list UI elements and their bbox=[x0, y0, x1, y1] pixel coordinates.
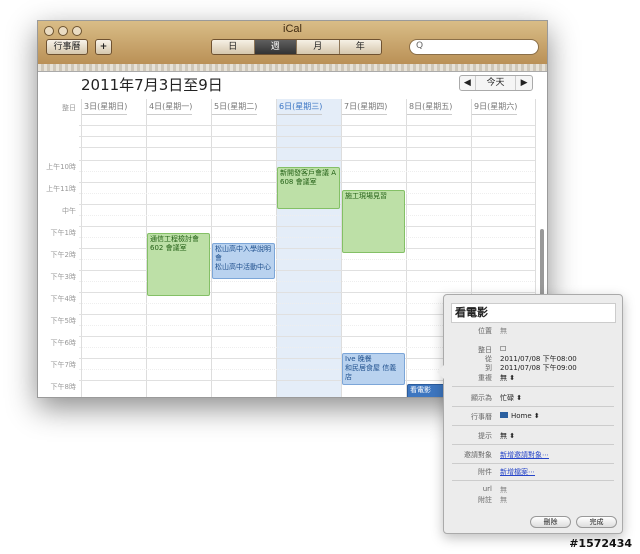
divider bbox=[452, 406, 614, 407]
calendar-event[interactable]: 通信工程檢討會 602 會議室 bbox=[147, 233, 210, 296]
field-label: 行事曆 bbox=[471, 413, 492, 421]
view-switcher: 日 週 月 年 bbox=[211, 39, 382, 55]
calendar-color-swatch bbox=[500, 412, 508, 418]
add-attachment-link[interactable]: 新增檔案⋯ bbox=[500, 467, 535, 477]
tab-year[interactable]: 年 bbox=[339, 40, 381, 54]
time-label: 下午5時 bbox=[50, 317, 76, 325]
date-navigator: ◀ 今天 ▶ bbox=[459, 75, 533, 91]
event-location: 602 會議室 bbox=[150, 244, 187, 252]
event-title: Ive 晚餐 bbox=[345, 355, 372, 363]
field-label: 提示 bbox=[478, 432, 492, 440]
calendar-event[interactable]: 新開發客戶會議 A 608 會議室 bbox=[277, 167, 340, 209]
time-label: 下午3時 bbox=[50, 273, 76, 281]
field-label: 位置 bbox=[478, 327, 492, 335]
url-value[interactable]: 無 bbox=[500, 485, 507, 495]
repeat-select[interactable]: 無 ⬍ bbox=[500, 373, 515, 383]
window-title: iCal bbox=[283, 23, 302, 35]
today-button[interactable]: 今天 bbox=[476, 76, 517, 90]
allday-checkbox[interactable]: ☐ bbox=[500, 345, 506, 353]
add-event-button[interactable]: + bbox=[95, 39, 112, 55]
divider bbox=[452, 463, 614, 464]
event-location: 和民居食屋 信義店 bbox=[345, 364, 397, 381]
field-label: url bbox=[482, 485, 492, 493]
time-label: 下午6時 bbox=[50, 339, 76, 347]
grid-line bbox=[79, 160, 535, 161]
day-header: 6日(星期三) bbox=[277, 99, 323, 115]
grid-line bbox=[79, 125, 535, 126]
day-header: 4日(星期一) bbox=[147, 99, 193, 115]
show-as-select[interactable]: 忙碌 ⬍ bbox=[500, 393, 522, 403]
time-label: 中午 bbox=[62, 207, 76, 215]
day-header: 8日(星期五) bbox=[407, 99, 453, 115]
tab-day[interactable]: 日 bbox=[212, 40, 255, 54]
field-label: 顯示為 bbox=[471, 394, 492, 402]
to-datetime[interactable]: 2011/07/08 下午09:00 bbox=[500, 363, 577, 373]
add-invitees-link[interactable]: 新增邀請對象⋯ bbox=[500, 450, 549, 460]
next-week-button[interactable]: ▶ bbox=[516, 76, 532, 90]
grid-line bbox=[79, 215, 535, 216]
time-label: 下午1時 bbox=[50, 229, 76, 237]
done-button[interactable]: 完成 bbox=[576, 516, 617, 528]
time-label: 上午11時 bbox=[46, 185, 76, 193]
calendar-event-selected[interactable]: 看電影 bbox=[407, 384, 445, 397]
event-location: 608 會議室 bbox=[280, 178, 317, 186]
field-label: 邀請對象 bbox=[464, 451, 492, 459]
time-label: 下午2時 bbox=[50, 251, 76, 259]
event-title: 施工現場見習 bbox=[345, 192, 387, 200]
day-header: 9日(星期六) bbox=[472, 99, 518, 115]
event-title: 松山高中入學說明會 bbox=[215, 245, 271, 262]
day-header: 5日(星期二) bbox=[212, 99, 258, 115]
allday-label: 整日 bbox=[62, 104, 76, 112]
event-title: 看電影 bbox=[410, 386, 431, 394]
prev-week-button[interactable]: ◀ bbox=[460, 76, 476, 90]
grid-line bbox=[79, 226, 535, 227]
calendars-button[interactable]: 行事曆 bbox=[46, 39, 88, 55]
vertical-scrollbar[interactable] bbox=[540, 229, 544, 301]
delete-button[interactable]: 刪除 bbox=[530, 516, 571, 528]
time-label: 上午10時 bbox=[46, 163, 76, 171]
day-header: 3日(星期日) bbox=[82, 99, 128, 115]
event-title-field[interactable]: 看電影 bbox=[451, 303, 616, 323]
calendar-select-label: Home ⬍ bbox=[511, 412, 540, 420]
calendar-event[interactable]: 松山高中入學說明會 松山高中活動中心 bbox=[212, 243, 275, 279]
divider bbox=[452, 425, 614, 426]
grid-line bbox=[79, 136, 535, 137]
date-range-title: 2011年7月3日至9日 bbox=[81, 76, 223, 94]
event-title: 新開發客戶會議 A bbox=[280, 169, 337, 177]
field-label: 附註 bbox=[478, 496, 492, 504]
field-label: 重複 bbox=[478, 374, 492, 382]
search-input[interactable]: Q bbox=[409, 39, 539, 55]
event-location: 松山高中活動中心 bbox=[215, 263, 271, 271]
tab-week[interactable]: 週 bbox=[254, 40, 297, 54]
time-label: 下午7時 bbox=[50, 361, 76, 369]
alert-select[interactable]: 無 ⬍ bbox=[500, 431, 515, 441]
time-label: 下午4時 bbox=[50, 295, 76, 303]
day-header: 7日(星期四) bbox=[342, 99, 388, 115]
time-label: 下午8時 bbox=[50, 383, 76, 391]
grid-line bbox=[79, 147, 535, 148]
event-title: 通信工程檢討會 bbox=[150, 235, 199, 243]
notes-value[interactable]: 無 bbox=[500, 495, 507, 505]
tab-month[interactable]: 月 bbox=[297, 40, 340, 54]
calendar-event[interactable]: 施工現場見習 bbox=[342, 190, 405, 253]
search-icon: Q bbox=[416, 41, 424, 51]
event-info-popover: 看電影 位置 無 整日 ☐ 從 2011/07/08 下午08:00 到 201… bbox=[437, 294, 623, 534]
field-label: 到 bbox=[485, 364, 492, 372]
divider bbox=[452, 444, 614, 445]
window-titlebar: iCal 行事曆 + 日 週 月 年 Q bbox=[38, 21, 547, 72]
watermark-id: #1572434 bbox=[569, 537, 632, 550]
divider bbox=[452, 480, 614, 481]
location-value[interactable]: 無 bbox=[500, 326, 507, 336]
divider bbox=[452, 386, 614, 387]
calendar-event[interactable]: Ive 晚餐 和民居食屋 信義店 bbox=[342, 353, 405, 385]
field-label: 附件 bbox=[478, 468, 492, 476]
calendar-select[interactable]: Home ⬍ bbox=[500, 412, 540, 420]
